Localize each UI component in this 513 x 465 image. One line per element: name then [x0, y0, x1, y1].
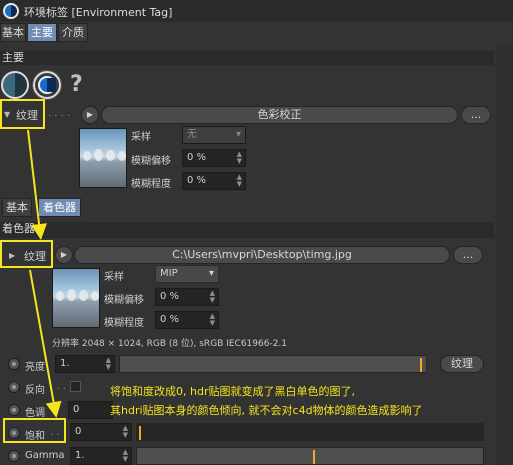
brightness-value: 1. — [60, 358, 70, 369]
help-icon[interactable]: ? — [70, 72, 83, 97]
invert-label: 反向 — [25, 385, 45, 396]
invert-checkbox[interactable] — [70, 381, 81, 392]
stepper-icon[interactable]: ▲ ▼ — [237, 174, 242, 188]
stepper-icon[interactable]: ▲ ▼ — [106, 357, 111, 371]
slider-marker[interactable] — [313, 450, 315, 464]
texture-dots: . . . . — [48, 108, 71, 119]
texture-menu-button[interactable]: ▶ — [81, 106, 99, 124]
hue-label: 色调 — [25, 408, 45, 419]
param-radio[interactable] — [8, 381, 20, 393]
hue-value: 0 — [73, 404, 80, 415]
stepper-icon[interactable]: ▲ ▼ — [210, 313, 215, 327]
gamma-field[interactable]: 1. ▲ ▼ — [70, 447, 132, 465]
tab-shader-basic[interactable]: 基本 — [2, 198, 32, 217]
shader-sampling-label: 采样 — [104, 272, 124, 283]
blur-offset-field[interactable]: 0 % ▲ ▼ — [182, 149, 246, 167]
param-radio[interactable] — [8, 358, 20, 370]
blur-degree-field[interactable]: 0 % ▲ ▼ — [182, 172, 246, 190]
scrollbar[interactable] — [497, 45, 513, 465]
hue-field[interactable]: 0 — [68, 401, 113, 419]
dropdown-arrow-icon: ▾ — [235, 129, 241, 140]
gamma-label: Gamma — [25, 450, 65, 461]
mode-sphere-icon[interactable] — [1, 71, 29, 99]
blur-degree-value: 0 % — [187, 175, 207, 186]
shader-blur-degree-field[interactable]: 0 % ▲ ▼ — [155, 311, 219, 329]
texture-file-path[interactable]: C:\Users\mvpri\Desktop\timg.jpg — [74, 246, 450, 264]
shader-blur-degree-label: 模糊程度 — [104, 318, 144, 329]
section-shader-header: 着色器 — [0, 222, 494, 238]
resolution-info: 分辨率 2048 × 1024, RGB (8 位), sRGB IEC6196… — [52, 339, 288, 349]
shader-blur-degree-value: 0 % — [160, 314, 180, 325]
shader-texture-menu-button[interactable]: ▶ — [55, 246, 73, 264]
shader-sampling-select[interactable]: MIP ▾ — [155, 265, 219, 283]
brightness-slider[interactable] — [119, 355, 427, 373]
invert-dots: . . . — [50, 381, 66, 392]
tab-medium[interactable]: 介质 — [58, 23, 88, 42]
window-title: 环境标签 [Environment Tag] — [24, 6, 173, 19]
stepper-icon[interactable]: ▲ ▼ — [123, 425, 128, 439]
dropdown-arrow-icon: ▾ — [208, 268, 214, 279]
highlight-box-shader-texture — [0, 240, 53, 268]
brightness-texture-button[interactable]: 纹理 — [440, 355, 484, 373]
shader-blur-offset-value: 0 % — [160, 291, 180, 302]
blur-offset-label: 模糊偏移 — [131, 156, 171, 167]
section-main-header: 主要 — [0, 51, 494, 65]
stepper-icon[interactable]: ▲ ▼ — [123, 449, 128, 463]
environment-tag-icon — [3, 3, 19, 19]
slider-marker[interactable] — [420, 358, 422, 372]
tab-basic[interactable]: 基本 — [0, 23, 26, 42]
brightness-field[interactable]: 1. ▲ ▼ — [55, 355, 115, 373]
blur-degree-label: 模糊程度 — [131, 179, 171, 190]
highlight-box-texture — [0, 99, 45, 129]
shader-sampling-value: MIP — [160, 268, 178, 279]
stepper-icon[interactable]: ▲ ▼ — [210, 290, 215, 304]
shader-more-button[interactable]: ... — [453, 246, 483, 264]
gamma-slider[interactable] — [136, 447, 484, 465]
highlight-box-saturation — [3, 418, 66, 443]
param-radio[interactable] — [8, 404, 20, 416]
shader-hdr-thumbnail — [52, 268, 100, 328]
shader-blur-offset-field[interactable]: 0 % ▲ ▼ — [155, 288, 219, 306]
mode-sphere-selected-icon[interactable] — [32, 70, 62, 100]
annotation-line-2: 其hdri贴图本身的颜色倾向, 就不会对c4d物体的颜色造成影响了 — [110, 404, 423, 417]
texture-more-button[interactable]: ... — [461, 106, 491, 124]
slider-marker[interactable] — [139, 426, 141, 440]
brightness-label: 亮度 — [25, 362, 45, 373]
saturation-field[interactable]: 0 ▲ ▼ — [70, 423, 132, 441]
saturation-slider[interactable] — [136, 423, 484, 441]
shader-blur-offset-label: 模糊偏移 — [104, 295, 144, 306]
sampling-value: 无 — [187, 129, 197, 140]
hdr-thumbnail — [79, 128, 127, 188]
gamma-value: 1. — [75, 450, 85, 461]
blur-offset-value: 0 % — [187, 152, 207, 163]
color-correction-button[interactable]: 色彩校正 — [101, 106, 458, 124]
annotation-line-1: 将饱和度改成0, hdr贴图就变成了黑白单色的图了, — [110, 385, 355, 398]
window-titlebar: 环境标签 [Environment Tag] — [0, 0, 513, 22]
sampling-label: 采样 — [131, 132, 151, 143]
stepper-icon[interactable]: ▲ ▼ — [237, 151, 242, 165]
saturation-value: 0 — [75, 426, 82, 437]
sampling-select[interactable]: 无 ▾ — [182, 126, 246, 144]
tab-shader[interactable]: 着色器 — [38, 198, 81, 217]
param-radio[interactable] — [8, 450, 20, 462]
tab-main[interactable]: 主要 — [27, 23, 57, 42]
